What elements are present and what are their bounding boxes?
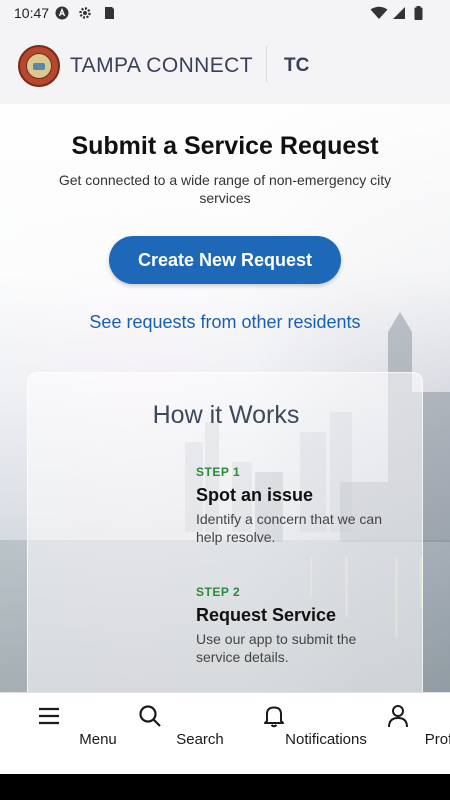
how-it-works-title: How it Works bbox=[152, 401, 300, 429]
a-app-icon bbox=[55, 6, 69, 20]
header-divider bbox=[266, 46, 267, 82]
app-header: TAMPA CONNECT TC bbox=[0, 28, 450, 104]
main-content[interactable]: Submit a Service Request Get connected t… bbox=[0, 104, 450, 692]
brand-abbreviation: TC bbox=[284, 55, 310, 76]
status-bar: 10:47 bbox=[0, 0, 450, 28]
step-title: Request Service bbox=[196, 605, 337, 625]
step-label: STEP 1 bbox=[196, 465, 241, 479]
nav-item-notifications[interactable]: Notifications bbox=[222, 693, 367, 774]
page-subtitle: Get connected to a wide range of non-eme… bbox=[58, 172, 392, 206]
person-icon bbox=[388, 705, 408, 728]
search-icon bbox=[139, 705, 161, 727]
bottom-navigation: Menu Search Notifications Profile bbox=[0, 692, 450, 774]
create-new-request-button[interactable]: Create New Request bbox=[109, 236, 341, 284]
system-navigation-bar bbox=[0, 774, 450, 800]
settings-gear-icon bbox=[79, 7, 91, 19]
page-title: Submit a Service Request bbox=[71, 132, 379, 160]
signal-icon bbox=[393, 7, 405, 19]
nav-item-menu[interactable]: Menu bbox=[0, 693, 117, 774]
status-time: 10:47 bbox=[14, 5, 50, 21]
step-description: Use our app to submit the service detail… bbox=[196, 631, 357, 665]
nav-item-profile[interactable]: Profile bbox=[350, 693, 450, 774]
nav-item-search[interactable]: Search bbox=[100, 693, 224, 774]
menu-icon bbox=[39, 707, 59, 725]
step-description: Identify a concern that we can help reso… bbox=[196, 511, 382, 545]
sd-card-icon bbox=[105, 7, 114, 19]
how-it-works-card: How it Works STEP 1 Spot an issue Identi… bbox=[27, 372, 423, 692]
app-screen: 10:47 TAMPA CONNECT TC Submit a Service … bbox=[0, 0, 450, 774]
battery-icon bbox=[414, 6, 423, 20]
brand-name: TAMPA CONNECT bbox=[70, 54, 253, 77]
step-item: STEP 1 Spot an issue Identify a concern … bbox=[196, 465, 396, 546]
bell-icon bbox=[264, 706, 284, 728]
step-label: STEP 2 bbox=[196, 585, 241, 599]
step-title: Spot an issue bbox=[196, 485, 314, 505]
wifi-icon bbox=[370, 6, 388, 19]
nav-label: Profile bbox=[424, 731, 450, 748]
see-other-requests-link[interactable]: See requests from other residents bbox=[0, 312, 450, 333]
step-item: STEP 2 Request Service Use our app to su… bbox=[196, 585, 396, 666]
city-seal-logo bbox=[18, 45, 60, 87]
